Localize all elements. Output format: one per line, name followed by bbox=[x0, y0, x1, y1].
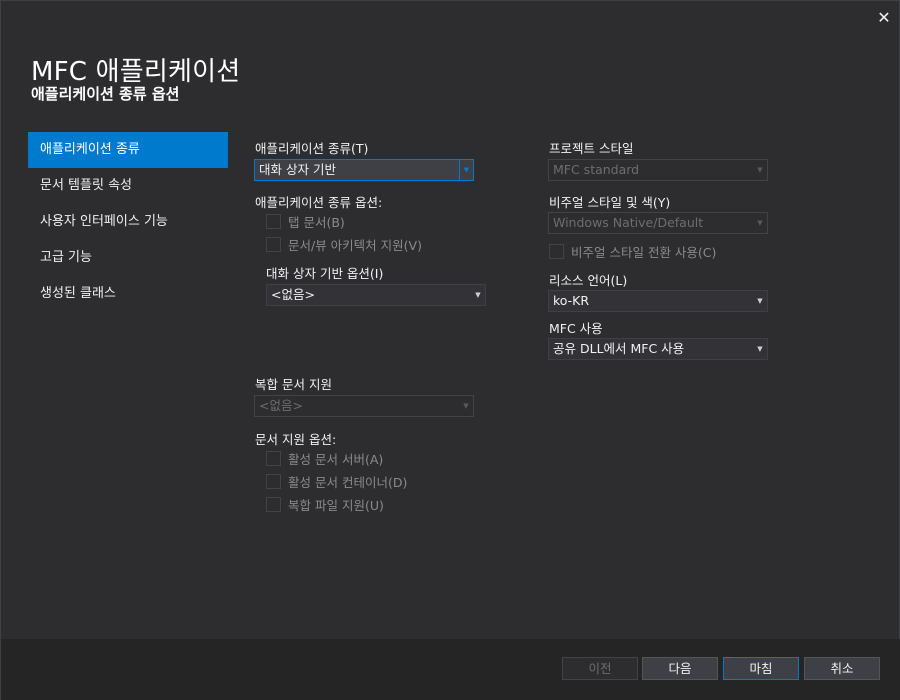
app-type-label: 애플리케이션 종류(T) bbox=[255, 141, 369, 156]
app-type-select[interactable]: 대화 상자 기반 ▼ bbox=[254, 159, 474, 181]
active-server-checkbox[interactable] bbox=[266, 451, 281, 466]
visual-style-label: 비주얼 스타일 및 색(Y) bbox=[549, 195, 671, 210]
chevron-down-icon: ▼ bbox=[475, 291, 481, 299]
doc-view-checkbox-row[interactable]: 문서/뷰 아키텍처 지원(V) bbox=[266, 235, 422, 254]
visual-style-toggle-checkbox[interactable] bbox=[549, 244, 564, 259]
resource-language-label: 리소스 언어(L) bbox=[549, 273, 628, 288]
mfc-use-value: 공유 DLL에서 MFC 사용 bbox=[553, 341, 685, 356]
active-container-checkbox[interactable] bbox=[266, 474, 281, 489]
active-container-checkbox-row[interactable]: 활성 문서 컨테이너(D) bbox=[266, 472, 407, 491]
finish-button[interactable]: 마침 bbox=[723, 657, 799, 680]
app-type-value: 대화 상자 기반 bbox=[259, 162, 336, 177]
doc-view-checkbox[interactable] bbox=[266, 237, 281, 252]
dialog-window: ✕ MFC 애플리케이션 애플리케이션 종류 옵션 애플리케이션 종류 문서 템… bbox=[0, 0, 900, 700]
sidebar-item-document-template[interactable]: 문서 템플릿 속성 bbox=[28, 168, 228, 204]
mfc-use-label: MFC 사용 bbox=[549, 321, 603, 336]
tabbed-docs-label: 탭 문서(B) bbox=[288, 215, 345, 230]
close-button[interactable]: ✕ bbox=[874, 8, 894, 28]
sidebar-item-user-interface[interactable]: 사용자 인터페이스 기능 bbox=[28, 204, 228, 240]
visual-style-toggle-label: 비주얼 스타일 전환 사용(C) bbox=[571, 245, 717, 260]
dialog-options-value: <없음> bbox=[271, 287, 315, 302]
chevron-down-icon: ▼ bbox=[459, 160, 473, 180]
visual-style-toggle-row[interactable]: 비주얼 스타일 전환 사용(C) bbox=[549, 242, 716, 261]
sidebar-nav: 애플리케이션 종류 문서 템플릿 속성 사용자 인터페이스 기능 고급 기능 생… bbox=[28, 132, 228, 312]
compound-doc-select[interactable]: <없음> ▼ bbox=[254, 395, 474, 417]
resource-language-value: ko-KR bbox=[553, 293, 590, 308]
tabbed-docs-checkbox-row[interactable]: 탭 문서(B) bbox=[266, 212, 345, 231]
doc-view-label: 문서/뷰 아키텍처 지원(V) bbox=[288, 238, 422, 253]
chevron-down-icon: ▼ bbox=[757, 166, 763, 174]
close-icon: ✕ bbox=[877, 8, 891, 27]
next-button[interactable]: 다음 bbox=[642, 657, 718, 680]
compound-file-checkbox[interactable] bbox=[266, 497, 281, 512]
chevron-down-icon: ▼ bbox=[757, 345, 763, 353]
resource-language-select[interactable]: ko-KR ▼ bbox=[548, 290, 768, 312]
doc-support-label: 문서 지원 옵션: bbox=[255, 432, 337, 447]
visual-style-select[interactable]: Windows Native/Default ▼ bbox=[548, 212, 768, 234]
sidebar-item-application-type[interactable]: 애플리케이션 종류 bbox=[28, 132, 228, 168]
visual-style-value: Windows Native/Default bbox=[553, 215, 704, 230]
active-container-label: 활성 문서 컨테이너(D) bbox=[288, 475, 408, 490]
sidebar-item-generated-classes[interactable]: 생성된 클래스 bbox=[28, 276, 228, 312]
tabbed-docs-checkbox[interactable] bbox=[266, 214, 281, 229]
compound-file-label: 복합 파일 지원(U) bbox=[288, 498, 384, 513]
page-subtitle: 애플리케이션 종류 옵션 bbox=[31, 85, 180, 103]
compound-doc-value: <없음> bbox=[259, 398, 303, 413]
chevron-down-icon: ▼ bbox=[463, 402, 469, 410]
chevron-down-icon: ▼ bbox=[757, 297, 763, 305]
previous-button[interactable]: 이전 bbox=[562, 657, 638, 680]
project-style-value: MFC standard bbox=[553, 162, 640, 177]
compound-file-checkbox-row[interactable]: 복합 파일 지원(U) bbox=[266, 495, 384, 514]
project-style-label: 프로젝트 스타일 bbox=[549, 141, 634, 156]
mfc-use-select[interactable]: 공유 DLL에서 MFC 사용 ▼ bbox=[548, 338, 768, 360]
project-style-select[interactable]: MFC standard ▼ bbox=[548, 159, 768, 181]
active-server-checkbox-row[interactable]: 활성 문서 서버(A) bbox=[266, 449, 383, 468]
dialog-options-select[interactable]: <없음> ▼ bbox=[266, 284, 486, 306]
app-type-options-label: 애플리케이션 종류 옵션: bbox=[255, 195, 383, 210]
cancel-button[interactable]: 취소 bbox=[804, 657, 880, 680]
dialog-options-label: 대화 상자 기반 옵션(I) bbox=[266, 266, 384, 281]
active-server-label: 활성 문서 서버(A) bbox=[288, 452, 384, 467]
compound-doc-label: 복합 문서 지원 bbox=[255, 377, 332, 392]
chevron-down-icon: ▼ bbox=[757, 219, 763, 227]
sidebar-item-advanced[interactable]: 고급 기능 bbox=[28, 240, 228, 276]
